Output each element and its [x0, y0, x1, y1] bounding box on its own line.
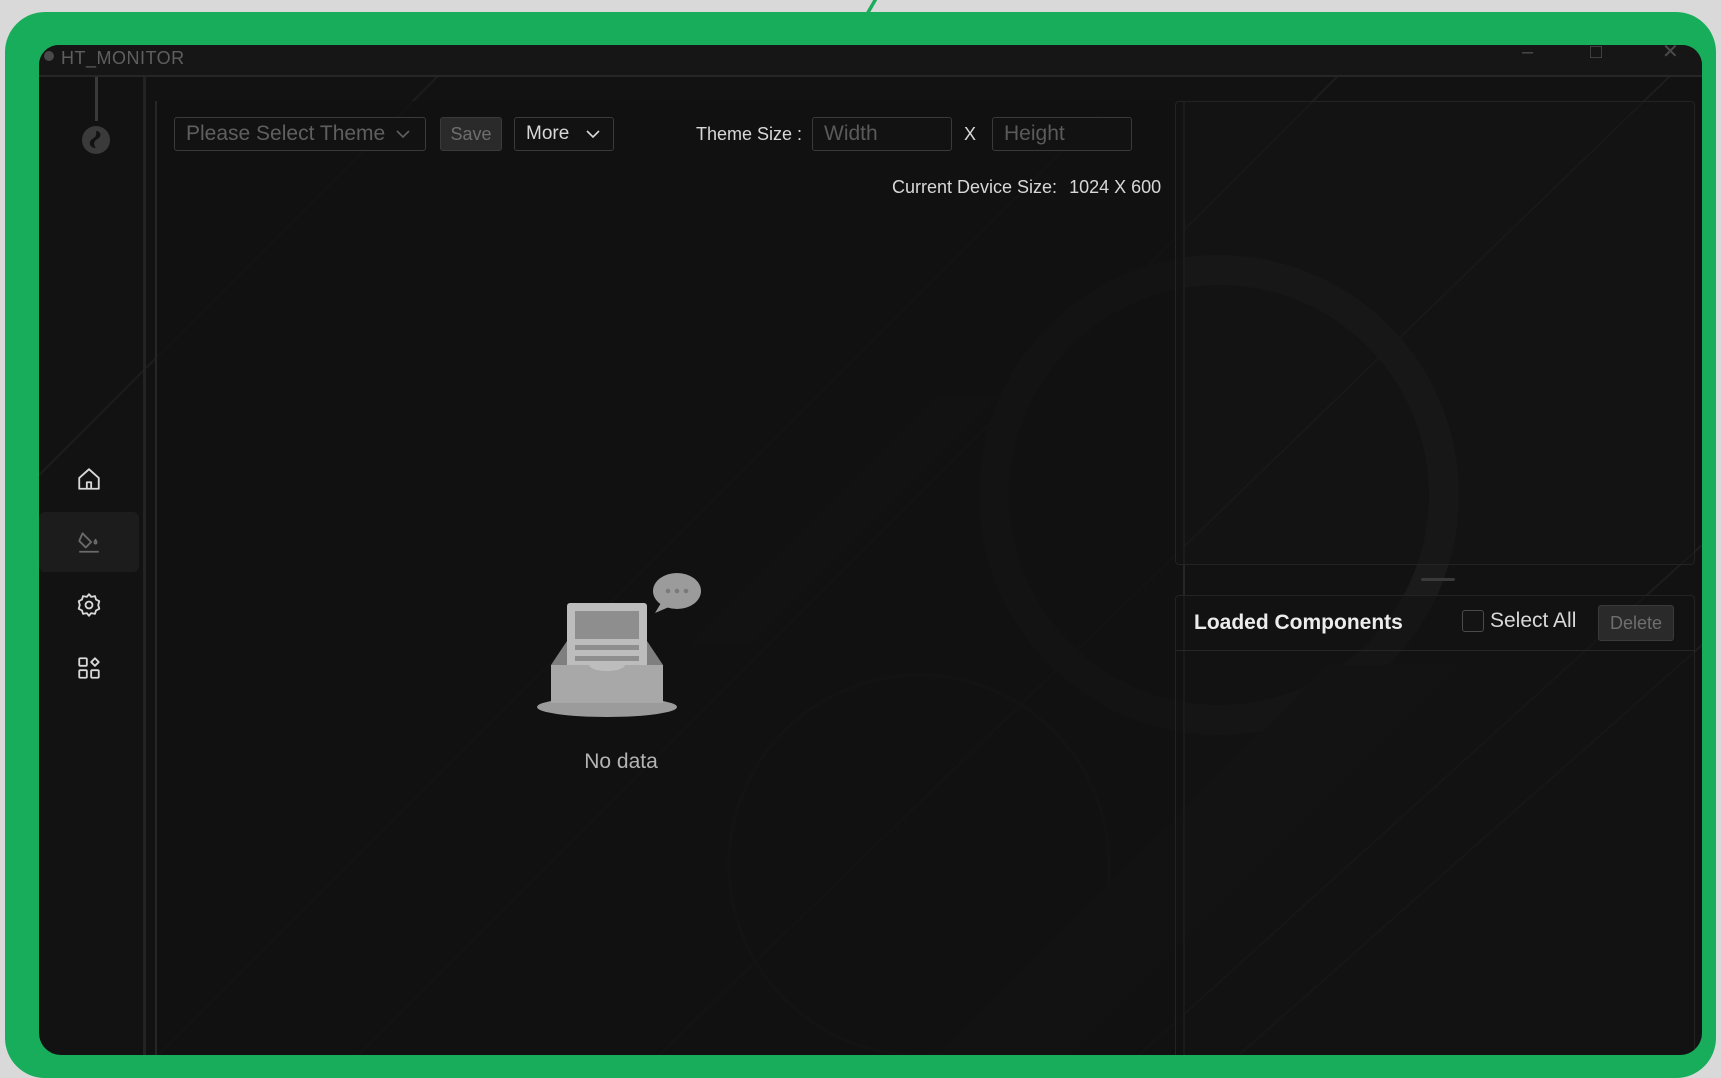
delete-button[interactable]: Delete	[1598, 605, 1674, 641]
components-title: Loaded Components	[1194, 611, 1403, 634]
select-all-control[interactable]: Select All	[1462, 609, 1576, 633]
window-title: HT_MONITOR	[61, 48, 185, 68]
width-input[interactable]	[812, 117, 952, 151]
title-bar: HT_MONITOR – □ ✕	[39, 45, 1702, 77]
gear-icon	[77, 593, 101, 617]
select-all-checkbox[interactable]	[1462, 610, 1484, 632]
chevron-down-icon	[396, 130, 410, 139]
theme-editor-panel: Please Select Theme Save More Theme Size…	[155, 101, 1185, 1055]
height-input[interactable]	[992, 117, 1132, 151]
empty-state: No data	[537, 563, 701, 773]
sidebar-item-components[interactable]	[39, 638, 139, 698]
save-button[interactable]: Save	[440, 117, 502, 151]
loaded-components-panel: Loaded Components Select All Delete	[1175, 595, 1695, 1055]
more-label: More	[526, 123, 570, 144]
device-size-label: Current Device Size:	[892, 177, 1058, 197]
app-logo-icon	[82, 126, 110, 154]
components-header: Loaded Components Select All Delete	[1176, 596, 1694, 651]
sidebar	[39, 77, 146, 1055]
logo-stem	[95, 77, 98, 121]
select-all-label: Select All	[1490, 609, 1577, 632]
more-dropdown-button[interactable]: More	[514, 117, 614, 151]
device-size-info: Current Device Size: 1024 X 600	[892, 177, 1161, 198]
theme-select[interactable]: Please Select Theme	[174, 117, 426, 151]
device-size-value: 1024 X 600	[1069, 177, 1162, 197]
chevron-down-icon	[586, 130, 600, 139]
empty-state-text: No data	[584, 750, 658, 773]
preview-panel	[1175, 101, 1695, 565]
panel-splitter-handle[interactable]	[1421, 578, 1455, 581]
sidebar-item-home[interactable]	[39, 449, 139, 509]
theme-select-placeholder: Please Select Theme	[186, 122, 386, 145]
grid-plus-icon	[78, 657, 100, 679]
theme-size-label: Theme Size :	[696, 124, 803, 144]
minimize-button[interactable]: –	[1522, 45, 1533, 65]
size-separator: X	[964, 124, 977, 144]
app-window: HT_MONITOR – □ ✕ Please Select Theme Sav…	[39, 45, 1702, 1055]
paint-bucket-icon	[78, 532, 99, 553]
close-button[interactable]: ✕	[1662, 45, 1679, 65]
sidebar-item-settings[interactable]	[39, 575, 139, 635]
app-logo-icon	[44, 51, 54, 61]
home-icon	[78, 468, 100, 490]
empty-inbox-icon	[537, 573, 701, 717]
maximize-button[interactable]: □	[1590, 45, 1602, 65]
sidebar-item-theme[interactable]	[39, 512, 139, 572]
